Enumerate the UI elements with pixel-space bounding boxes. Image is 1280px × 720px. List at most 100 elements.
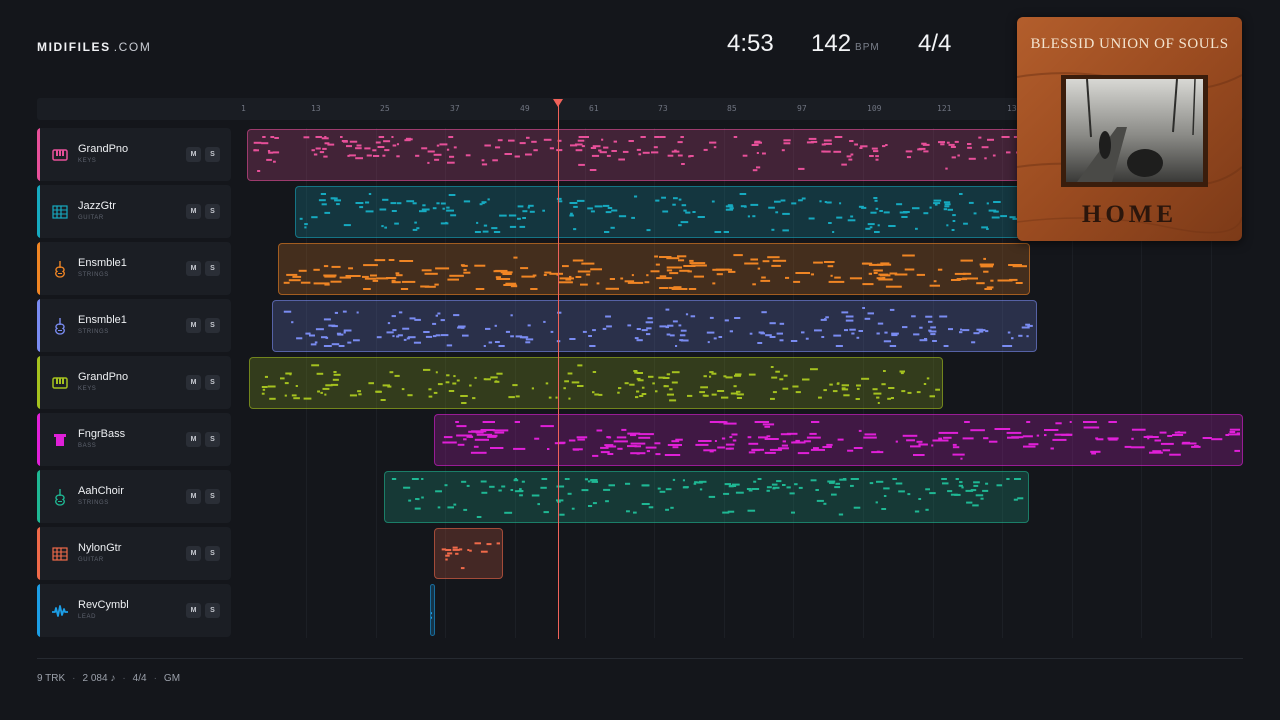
midi-note bbox=[857, 387, 860, 390]
midi-note bbox=[481, 163, 488, 166]
midi-note bbox=[869, 226, 873, 229]
midi-clip[interactable] bbox=[434, 414, 1243, 466]
midi-clip[interactable] bbox=[278, 243, 1030, 295]
midi-note bbox=[808, 217, 815, 220]
mute-button[interactable]: M bbox=[186, 318, 201, 333]
solo-button[interactable]: S bbox=[205, 261, 220, 276]
track-header[interactable]: Ensmble1 STRINGS M S bbox=[37, 242, 231, 295]
midi-note bbox=[576, 436, 588, 439]
solo-button[interactable]: S bbox=[205, 147, 220, 162]
midi-note bbox=[798, 199, 803, 202]
mute-button[interactable]: M bbox=[186, 603, 201, 618]
mute-button[interactable]: M bbox=[186, 432, 201, 447]
midi-note bbox=[923, 212, 929, 215]
midi-note bbox=[527, 206, 530, 209]
midi-note bbox=[811, 421, 820, 423]
playhead-marker-icon[interactable] bbox=[553, 99, 563, 107]
midi-note bbox=[1234, 449, 1240, 452]
track-header[interactable]: NylonGtr GUITAR M S bbox=[37, 527, 231, 580]
midi-clip[interactable] bbox=[272, 300, 1037, 352]
midi-note bbox=[408, 499, 412, 502]
mute-button[interactable]: M bbox=[186, 375, 201, 390]
solo-button[interactable]: S bbox=[205, 318, 220, 333]
midi-note bbox=[392, 144, 397, 147]
mute-button[interactable]: M bbox=[186, 147, 201, 162]
solo-button[interactable]: S bbox=[205, 375, 220, 390]
album-artist: BLESSID UNION OF SOULS bbox=[1030, 36, 1229, 52]
midi-note bbox=[678, 259, 685, 262]
midi-note bbox=[543, 274, 547, 276]
midi-note bbox=[907, 391, 912, 394]
midi-note bbox=[711, 200, 715, 203]
mute-button[interactable]: M bbox=[186, 261, 201, 276]
mute-button[interactable]: M bbox=[186, 546, 201, 561]
midi-note bbox=[883, 495, 887, 497]
midi-note bbox=[770, 397, 775, 400]
midi-clip[interactable] bbox=[384, 471, 1029, 523]
midi-note bbox=[510, 335, 514, 338]
track-header[interactable]: JazzGtr GUITAR M S bbox=[37, 185, 231, 238]
midi-note bbox=[870, 211, 877, 214]
solo-button[interactable]: S bbox=[205, 489, 220, 504]
track-name: Ensmble1 bbox=[78, 257, 127, 269]
midi-note bbox=[709, 375, 712, 378]
midi-note bbox=[630, 442, 646, 445]
track-header[interactable]: Ensmble1 STRINGS M S bbox=[37, 299, 231, 352]
midi-note bbox=[531, 387, 534, 390]
midi-clip[interactable] bbox=[249, 357, 943, 409]
midi-note bbox=[976, 282, 985, 285]
midi-note bbox=[773, 486, 780, 489]
midi-note bbox=[358, 393, 362, 396]
midi-note bbox=[873, 272, 878, 274]
midi-note bbox=[403, 338, 407, 341]
midi-note bbox=[971, 341, 976, 344]
midi-note bbox=[871, 451, 884, 454]
midi-note bbox=[446, 374, 450, 377]
midi-note bbox=[663, 385, 669, 388]
solo-button[interactable]: S bbox=[205, 204, 220, 219]
playhead[interactable] bbox=[558, 104, 559, 639]
mute-button[interactable]: M bbox=[186, 204, 201, 219]
midi-note bbox=[782, 440, 786, 443]
midi-note bbox=[348, 154, 356, 157]
midi-clip[interactable] bbox=[434, 528, 503, 579]
midi-note bbox=[952, 214, 956, 217]
solo-button[interactable]: S bbox=[205, 603, 220, 618]
midi-note bbox=[775, 211, 779, 214]
midi-note bbox=[356, 144, 362, 147]
midi-note bbox=[723, 375, 727, 378]
midi-note bbox=[581, 489, 589, 492]
solo-button[interactable]: S bbox=[205, 432, 220, 447]
midi-clip[interactable] bbox=[430, 584, 435, 636]
midi-clip[interactable] bbox=[247, 129, 1047, 181]
mute-button[interactable]: M bbox=[186, 489, 201, 504]
midi-note bbox=[1044, 434, 1047, 437]
track-header[interactable]: AahChoir STRINGS M S bbox=[37, 470, 231, 523]
midi-note bbox=[944, 205, 950, 208]
midi-note bbox=[496, 372, 503, 375]
midi-note bbox=[683, 486, 689, 489]
midi-note bbox=[919, 326, 923, 329]
midi-note bbox=[495, 276, 501, 279]
midi-note bbox=[941, 478, 947, 480]
midi-note bbox=[349, 140, 358, 143]
solo-button[interactable]: S bbox=[205, 546, 220, 561]
midi-note bbox=[666, 373, 671, 376]
track-header[interactable]: GrandPno KEYS M S bbox=[37, 356, 231, 409]
midi-note bbox=[320, 391, 323, 394]
midi-note bbox=[636, 372, 643, 374]
midi-note bbox=[961, 486, 964, 489]
midi-note bbox=[636, 328, 641, 330]
midi-note bbox=[483, 224, 488, 227]
track-header[interactable]: RevCymbl LEAD M S bbox=[37, 584, 231, 637]
midi-note bbox=[449, 274, 464, 277]
midi-clip[interactable] bbox=[295, 186, 1047, 238]
midi-note bbox=[874, 231, 880, 233]
track-header[interactable]: GrandPno KEYS M S bbox=[37, 128, 231, 181]
midi-note bbox=[446, 344, 453, 347]
midi-note bbox=[321, 137, 329, 140]
midi-note bbox=[475, 288, 485, 290]
midi-note bbox=[474, 231, 481, 233]
track-header[interactable]: FngrBass BASS M S bbox=[37, 413, 231, 466]
midi-note bbox=[391, 136, 394, 138]
